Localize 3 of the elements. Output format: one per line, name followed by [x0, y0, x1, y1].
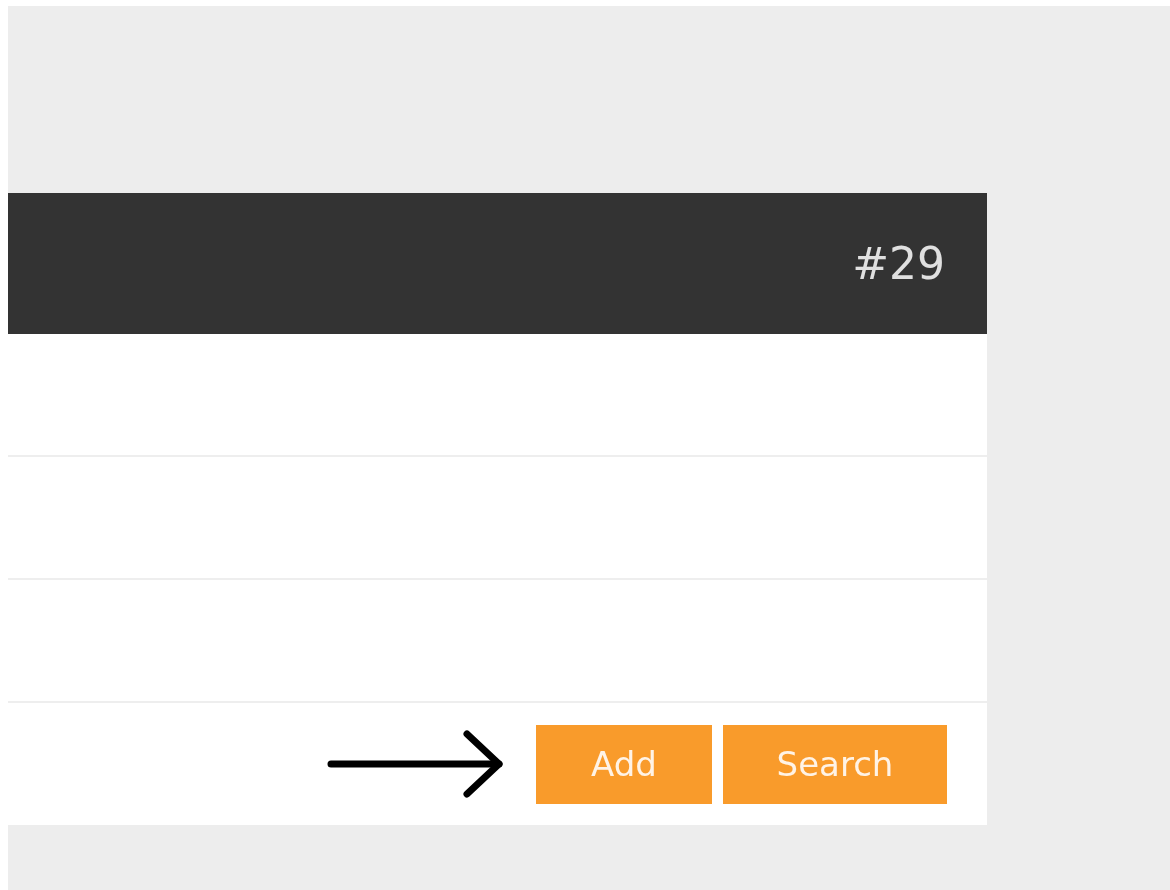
action-button[interactable]: Search: [723, 724, 947, 804]
record-number: #29: [852, 238, 945, 289]
action-button[interactable]: Add: [536, 724, 712, 804]
